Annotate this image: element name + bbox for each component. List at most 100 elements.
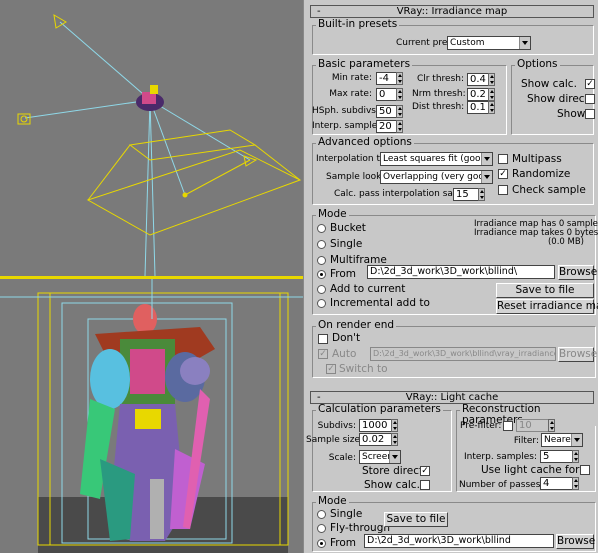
min-rate-input[interactable]: -4: [376, 72, 396, 85]
min-rate-spinner[interactable]: [396, 72, 403, 85]
min-rate-label: Min rate:: [331, 73, 372, 83]
show-samples-checkbox[interactable]: [585, 109, 595, 119]
lc-save-button[interactable]: Save to file: [384, 512, 448, 527]
current-preset-dropdown[interactable]: Custom: [447, 36, 531, 50]
show-calc-label: Show calc.: [521, 78, 577, 90]
reset-irradiance-button[interactable]: Reset irradiance map: [496, 299, 598, 314]
lc-interp-spinner[interactable]: [572, 450, 579, 463]
prefilter-input[interactable]: 10: [516, 419, 548, 432]
store-direct-checkbox[interactable]: ✓: [420, 466, 430, 476]
show-direct-checkbox[interactable]: [585, 94, 595, 104]
lc-file-path[interactable]: D:\2d_3d_work\3D_work\bllind: [364, 534, 554, 548]
passes-input[interactable]: 4: [540, 477, 572, 490]
front-viewport[interactable]: [0, 279, 303, 553]
nrm-thresh-input[interactable]: 0.2: [467, 88, 488, 101]
chevron-down-icon: [519, 37, 530, 49]
viewports-area[interactable]: [0, 0, 303, 553]
lc-mode-single-label: Single: [330, 508, 363, 520]
hsph-subdivs-input[interactable]: 50: [376, 105, 396, 118]
mode-incremental-label: Incremental add to: [330, 297, 430, 309]
show-calc-checkbox[interactable]: ✓: [585, 79, 595, 89]
auto-save-path[interactable]: D:\2d_3d_work\3D_work\bllind\vray_irradi…: [370, 347, 556, 361]
mode-incremental-radio[interactable]: [317, 299, 326, 308]
show-direct-label: Show direct: [527, 93, 589, 105]
lc-subdivs-label: Subdivs:: [317, 421, 356, 431]
calc-pass-spinner[interactable]: [478, 188, 485, 201]
lc-interp-input[interactable]: 5: [540, 450, 572, 463]
filter-dropdown[interactable]: Nearest: [541, 433, 583, 447]
max-rate-label: Max rate:: [329, 89, 372, 99]
lc-mode-from-radio[interactable]: [317, 539, 326, 548]
chevron-down-icon: [571, 434, 582, 446]
calc-params-title: Calculation parameters: [316, 403, 443, 415]
switch-to-checkbox[interactable]: ✓: [326, 364, 336, 374]
lc-scale-label: Scale:: [328, 453, 356, 463]
dist-thresh-input[interactable]: 0.1: [467, 101, 488, 114]
interp-type-dropdown[interactable]: Least squares fit (good/smooth): [380, 152, 493, 166]
collapse-sign: -: [317, 392, 321, 403]
mode-bucket-label: Bucket: [330, 222, 366, 234]
top-viewport[interactable]: [0, 0, 303, 277]
mode-from-radio[interactable]: [317, 270, 326, 279]
lc-interp-label: Interp. samples:: [463, 452, 537, 462]
prefilter-label: Pre-filter:: [460, 421, 502, 431]
lc-scale-dropdown[interactable]: Screen: [359, 450, 401, 464]
prefilter-spinner[interactable]: [548, 419, 555, 432]
hsph-subdivs-label: HSph. subdivs:: [312, 106, 379, 116]
irradiance-rollout-header[interactable]: - VRay:: Irradiance map: [310, 5, 594, 18]
auto-save-checkbox[interactable]: ✓: [318, 349, 328, 359]
chevron-down-icon: [481, 153, 492, 165]
use-lc-checkbox[interactable]: [580, 465, 590, 475]
lc-mode-single-radio[interactable]: [317, 510, 326, 519]
lc-sample-size-input[interactable]: 0.02: [359, 433, 391, 446]
lc-subdivs-input[interactable]: 1000: [359, 419, 391, 432]
lc-browse-button[interactable]: Browse: [556, 534, 595, 549]
interp-samples-label: Interp. samples:: [312, 121, 386, 131]
nrm-thresh-spinner[interactable]: [488, 88, 495, 101]
mode-add-current-radio[interactable]: [317, 285, 326, 294]
lc-mode-fly-label: Fly-through: [330, 522, 391, 534]
irradiance-browse-button[interactable]: Browse: [558, 265, 597, 280]
dist-thresh-label: Dist thresh:: [412, 102, 465, 112]
irradiance-rollout-title: VRay:: Irradiance map: [396, 6, 508, 17]
mode-add-current-label: Add to current: [330, 283, 406, 295]
options-group-title: Options: [515, 58, 560, 70]
randomize-label: Randomize: [512, 168, 571, 180]
prefilter-checkbox[interactable]: [503, 421, 513, 431]
lc-mode-from-label: From: [330, 537, 357, 549]
auto-save-browse-button[interactable]: Browse: [558, 347, 597, 362]
collapse-sign: -: [317, 6, 321, 17]
dist-thresh-spinner[interactable]: [488, 101, 495, 114]
mode-bucket-radio[interactable]: [317, 224, 326, 233]
multipass-label: Multipass: [512, 153, 562, 165]
check-sample-checkbox[interactable]: [498, 185, 508, 195]
calc-pass-input[interactable]: 15: [453, 188, 478, 201]
hsph-subdivs-spinner[interactable]: [396, 105, 403, 118]
passes-spinner[interactable]: [572, 477, 579, 490]
randomize-checkbox[interactable]: ✓: [498, 169, 508, 179]
multipass-checkbox[interactable]: [498, 154, 508, 164]
irradiance-file-path[interactable]: D:\2d_3d_work\3D_work\bllind\: [367, 265, 555, 279]
check-sample-label: Check sample: [512, 184, 586, 196]
interp-samples-input[interactable]: 20: [376, 120, 396, 133]
lc-subdivs-spinner[interactable]: [391, 419, 398, 432]
lc-sample-size-label: Sample size:: [306, 435, 364, 445]
mode-single-radio[interactable]: [317, 240, 326, 249]
lc-mode-fly-radio[interactable]: [317, 524, 326, 533]
chevron-down-icon: [481, 171, 492, 183]
clr-thresh-spinner[interactable]: [488, 73, 495, 86]
clr-thresh-input[interactable]: 0.4: [467, 73, 488, 86]
max-rate-input[interactable]: 0: [376, 88, 396, 101]
store-direct-label: Store direct: [362, 465, 424, 477]
lc-sample-size-spinner[interactable]: [391, 433, 398, 446]
nrm-thresh-label: Nrm thresh:: [412, 89, 466, 99]
use-lc-label: Use light cache for: [481, 464, 580, 476]
sample-lookup-dropdown[interactable]: Overlapping (very good/fast): [380, 170, 493, 184]
max-rate-spinner[interactable]: [396, 88, 403, 101]
dont-delete-checkbox[interactable]: [318, 334, 328, 344]
advanced-options-title: Advanced options: [316, 136, 414, 148]
irradiance-save-button[interactable]: Save to file: [496, 283, 594, 298]
mode-multiframe-radio[interactable]: [317, 256, 326, 265]
lc-show-calc-checkbox[interactable]: [420, 480, 430, 490]
interp-samples-spinner[interactable]: [396, 120, 403, 133]
